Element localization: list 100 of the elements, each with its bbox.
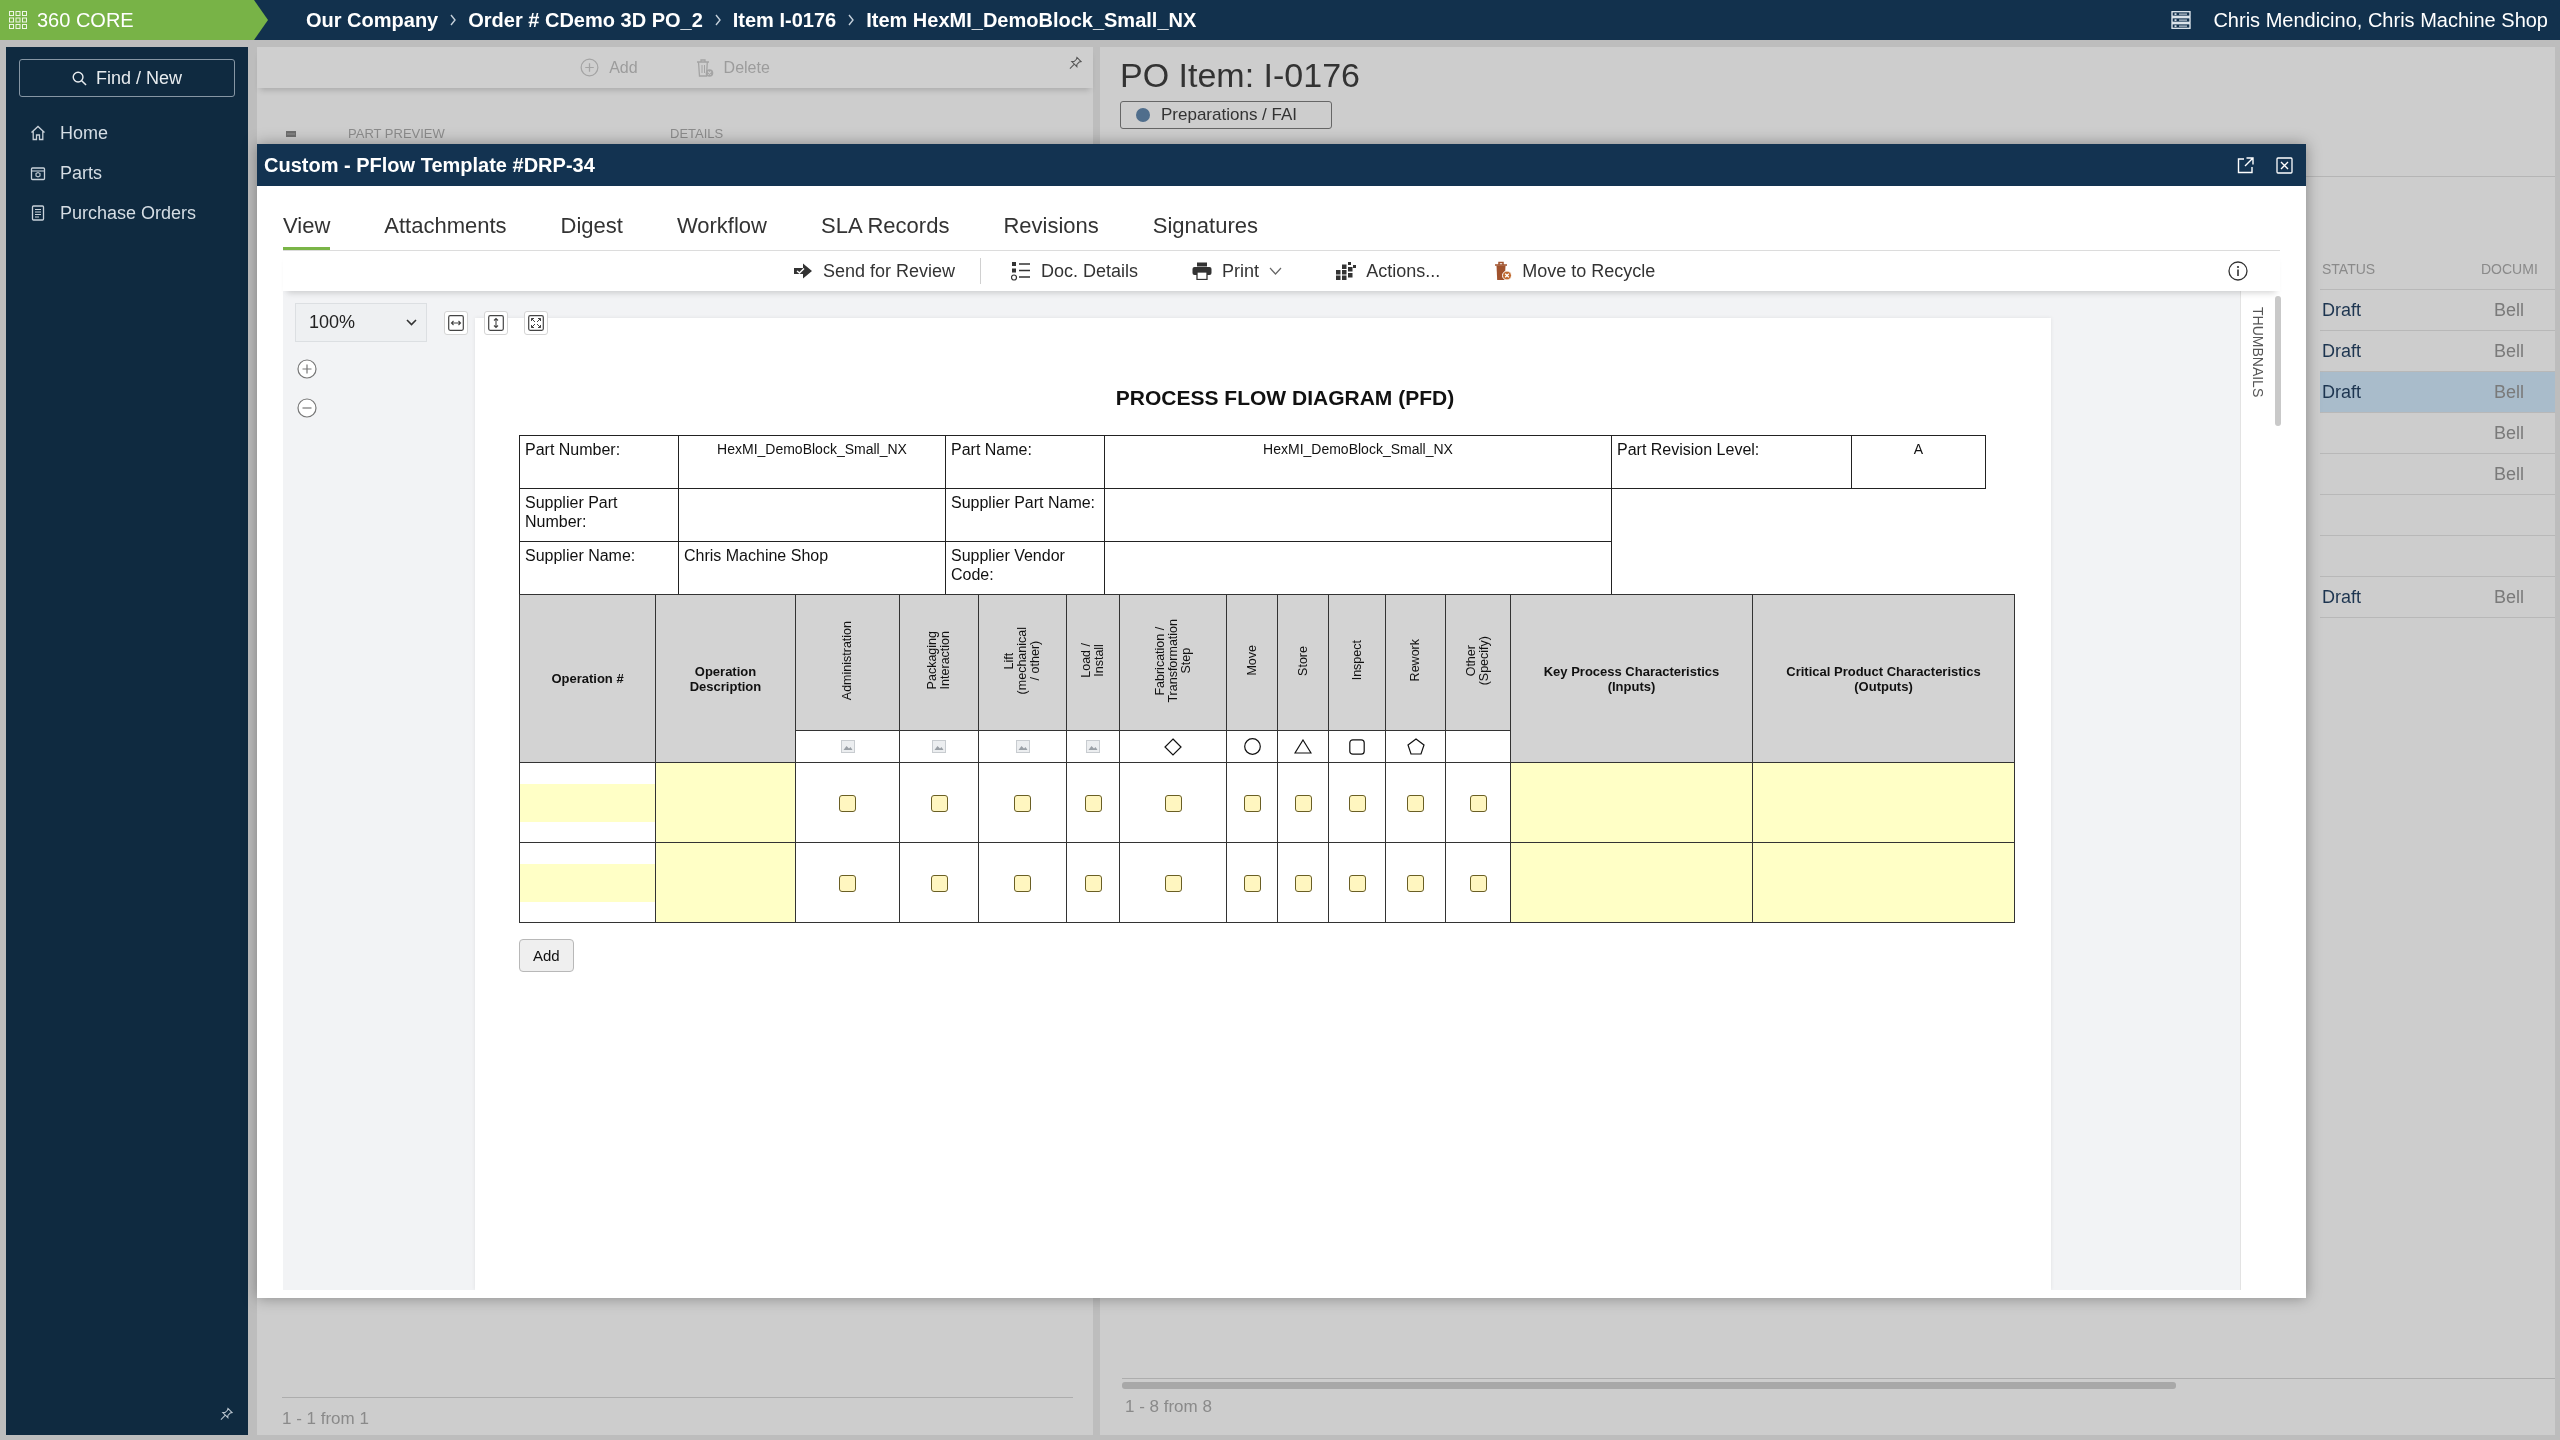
field-value: HexMI_DemoBlock_Small_NX [1104, 435, 1612, 489]
fit-height-icon [488, 314, 504, 331]
scrollbar[interactable] [1122, 1382, 2176, 1389]
checkbox[interactable] [1469, 874, 1487, 892]
table-row[interactable]: Draft Bell [2320, 577, 2555, 618]
square-icon [1349, 738, 1365, 755]
image-icon [1015, 740, 1030, 753]
column-header: Key Process Characteristics (Inputs) [1510, 594, 1753, 763]
scrollbar[interactable] [2275, 296, 2281, 426]
column-header: Packaging Interaction [899, 594, 979, 731]
column-header: Inspect [1328, 594, 1386, 731]
toolbar-button[interactable]: Send for Review [793, 260, 956, 282]
add-row-button[interactable]: Add [519, 939, 574, 972]
zoom-in-button[interactable] [297, 359, 317, 379]
thumbnails-tab[interactable]: THUMBNAILS [2250, 307, 2266, 398]
pentagon-icon [1406, 738, 1425, 755]
tab[interactable]: Workflow [676, 204, 767, 250]
input-field[interactable] [520, 864, 655, 902]
checkbox[interactable] [1407, 794, 1424, 812]
document-title: PROCESS FLOW DIAGRAM (PFD) [1114, 386, 1456, 410]
column-header: Other (Specify) [1445, 594, 1511, 731]
column-header: Operation Description [655, 594, 796, 763]
tab[interactable]: Signatures [1152, 204, 1258, 250]
tab[interactable]: Attachments [384, 204, 507, 250]
image-icon [1086, 740, 1100, 753]
find-new-button[interactable]: Find / New [19, 59, 235, 97]
pagination-text: 1 - 1 from 1 [282, 1409, 370, 1429]
checkbox[interactable] [1014, 794, 1031, 812]
input-field[interactable] [1510, 842, 1753, 923]
checkbox[interactable] [1407, 874, 1424, 892]
status-cell: Draft [2322, 299, 2361, 320]
trash-icon [1494, 261, 1513, 281]
status-cell: Draft [2322, 340, 2361, 361]
fit-width-button[interactable] [444, 310, 468, 335]
checkbox[interactable] [1243, 794, 1261, 812]
status-cell: Draft [2322, 586, 2361, 607]
status-dot-icon [1136, 108, 1150, 122]
pin-icon[interactable] [220, 1407, 233, 1421]
checkbox[interactable] [839, 874, 856, 892]
fit-page-button[interactable] [524, 310, 548, 335]
input-field[interactable] [655, 762, 796, 843]
printer-icon [1192, 262, 1213, 280]
field-label: Supplier Part Name: [945, 488, 1105, 542]
input-field[interactable] [1510, 762, 1753, 843]
column-header: Rework [1385, 594, 1446, 731]
external-link-icon[interactable] [2237, 156, 2254, 174]
fit-height-button[interactable] [484, 310, 508, 335]
input-field[interactable] [1752, 762, 2015, 843]
pagination-text: 1 - 8 from 8 [1124, 1397, 1213, 1417]
server-icon[interactable] [2171, 11, 2192, 29]
breadcrumb-link[interactable]: Our Company [306, 8, 439, 32]
checkbox[interactable] [930, 874, 948, 892]
checkbox[interactable] [1084, 794, 1102, 812]
toolbar-button[interactable]: Move to Recycle [1494, 260, 1656, 282]
toolbar-button[interactable]: Print [1192, 260, 1283, 282]
circle-icon [1243, 738, 1261, 755]
checkbox[interactable] [839, 794, 856, 812]
checkbox[interactable] [1469, 794, 1487, 812]
info-icon[interactable] [2228, 261, 2248, 281]
field-label: Part Number: [519, 435, 679, 489]
checkbox[interactable] [1164, 794, 1182, 812]
caret-icon [406, 319, 417, 326]
tab[interactable]: Digest [560, 204, 623, 250]
field-label: Part Name: [945, 435, 1105, 489]
chevron-icon [449, 14, 458, 26]
checkbox[interactable] [1084, 874, 1102, 892]
nav-item[interactable]: Home [19, 113, 235, 153]
checkbox[interactable] [930, 794, 948, 812]
breadcrumb-link[interactable]: Order # CDemo 3D PO_2 [468, 8, 703, 32]
column-header: Load / Install [1066, 594, 1120, 731]
toolbar-button[interactable]: Doc. Details [1011, 260, 1139, 282]
table-row[interactable]: Draft Bell [2320, 290, 2555, 331]
nav-item[interactable]: Parts [19, 153, 235, 193]
checkbox[interactable] [1294, 794, 1312, 812]
user-name[interactable]: Chris Mendicino, Chris Machine Shop [2213, 8, 2548, 32]
input-field[interactable] [520, 784, 655, 822]
nav-item[interactable]: Purchase Orders [19, 193, 235, 233]
tab[interactable]: Revisions [1003, 204, 1099, 250]
table-row[interactable]: Draft Bell [2320, 372, 2555, 413]
input-field[interactable] [655, 842, 796, 923]
pin-icon[interactable] [1069, 55, 1082, 70]
tab[interactable]: View [283, 204, 331, 250]
document-icon [30, 205, 46, 221]
collapse-icon[interactable] [286, 130, 296, 137]
zoom-out-button[interactable] [297, 398, 317, 418]
breadcrumb-link[interactable]: Item I-0176 [732, 8, 837, 32]
checkbox[interactable] [1014, 874, 1031, 892]
close-icon[interactable] [2276, 156, 2293, 174]
checkbox[interactable] [1243, 874, 1261, 892]
dots-grid-icon [1336, 262, 1357, 280]
zoom-select[interactable]: 100% [295, 303, 427, 342]
tab[interactable]: SLA Records [821, 204, 950, 250]
input-field[interactable] [1752, 842, 2015, 923]
zoom-out-icon [297, 398, 317, 418]
checkbox[interactable] [1164, 874, 1182, 892]
checkbox[interactable] [1348, 874, 1366, 892]
toolbar-button[interactable]: Actions... [1336, 260, 1441, 282]
checkbox[interactable] [1348, 794, 1366, 812]
breadcrumb-link[interactable]: Item HexMI_DemoBlock_Small_NX [866, 8, 1197, 32]
checkbox[interactable] [1294, 874, 1312, 892]
